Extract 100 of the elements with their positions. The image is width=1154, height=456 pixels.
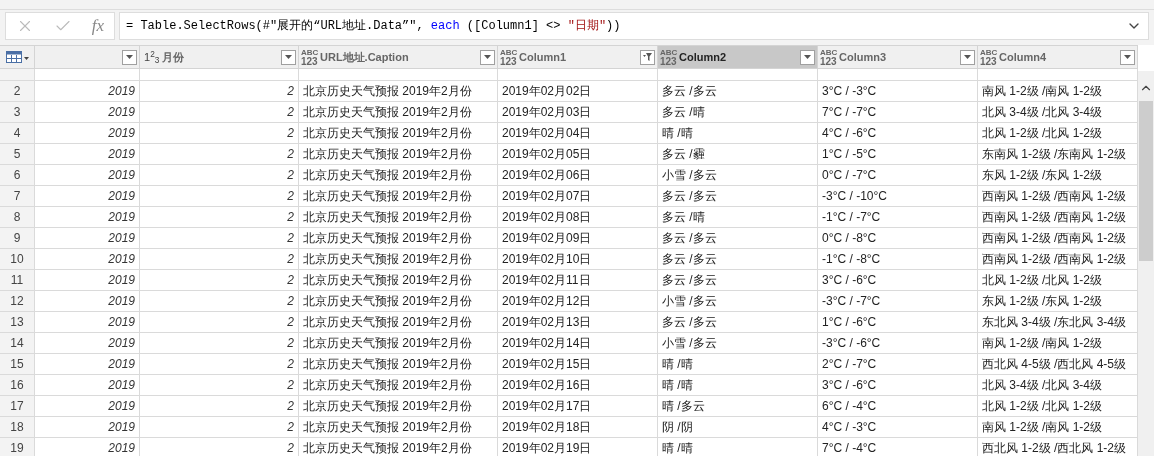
dropdown-button[interactable]: [800, 49, 815, 65]
table-cell: 北京历史天气预报 2019年2月份: [299, 333, 498, 354]
table-cell: -3°C / -6°C: [818, 333, 978, 354]
table-cell: 晴 /晴: [658, 123, 818, 144]
table-cell: 0°C / -7°C: [818, 165, 978, 186]
table-cell: 2: [140, 291, 299, 312]
table-cell: 多云 /多云: [658, 186, 818, 207]
table-cell: 多云 /多云: [658, 270, 818, 291]
table-cell: 晴 /晴: [658, 375, 818, 396]
table-cell: 2019年02月19日: [498, 438, 658, 456]
table-cell: 7°C / -4°C: [818, 438, 978, 456]
table-cell: 2019年02月12日: [498, 291, 658, 312]
table-cell: 3°C / -6°C: [818, 270, 978, 291]
table-cell: 北京历史天气预报 2019年2月份: [299, 312, 498, 333]
table-cell: 北京历史天气预报 2019年2月份: [299, 165, 498, 186]
table-cell: -3°C / -7°C: [818, 291, 978, 312]
table-cell: 2019: [35, 270, 140, 291]
column-header[interactable]: 1$^{2}$$_{3}$ 月份: [140, 46, 299, 68]
filter-button[interactable]: [640, 49, 655, 65]
table-cell: 2019年02月02日: [498, 81, 658, 102]
table-cell: 小雪 /多云: [658, 165, 818, 186]
table-cell: 2: [140, 396, 299, 417]
table-cell: 2019: [35, 312, 140, 333]
column-name: 月份: [162, 49, 186, 65]
table-cell: 4°C / -6°C: [818, 123, 978, 144]
table-cell: 北京历史天气预报 2019年2月份: [299, 186, 498, 207]
scroll-thumb[interactable]: [1139, 101, 1153, 261]
row-number: 8: [0, 207, 35, 228]
table-cell: 2: [140, 102, 299, 123]
row-number: 15: [0, 354, 35, 375]
table-cell: 多云 /晴: [658, 207, 818, 228]
table-cell: 2019年02月05日: [498, 144, 658, 165]
table-cell: 2019年02月09日: [498, 228, 658, 249]
table-cell: 小雪 /多云: [658, 291, 818, 312]
table-cell: 2: [140, 228, 299, 249]
table-cell: 北京历史天气预报 2019年2月份: [299, 291, 498, 312]
row-number: 6: [0, 165, 35, 186]
table-cell: 2019: [35, 102, 140, 123]
table-cell: 晴 /晴: [658, 354, 818, 375]
table-cell: 北京历史天气预报 2019年2月份: [299, 144, 498, 165]
dropdown-button[interactable]: [1120, 49, 1135, 65]
insert-function-button[interactable]: fx: [91, 13, 105, 39]
row-number: 4: [0, 123, 35, 144]
table-cell: 多云 /霾: [658, 144, 818, 165]
caret-icon: [964, 55, 971, 59]
dropdown-button[interactable]: [281, 49, 296, 65]
table-cell: 2: [140, 165, 299, 186]
caret-icon: [1124, 55, 1131, 59]
row-number: 14: [0, 333, 35, 354]
table-cell: 2019年02月07日: [498, 186, 658, 207]
table-menu-icon[interactable]: [6, 51, 30, 63]
table-cell: -1°C / -7°C: [818, 207, 978, 228]
table-cell: 2019: [35, 354, 140, 375]
table-cell: 2019: [35, 333, 140, 354]
table-cell: 2019年02月18日: [498, 417, 658, 438]
table-cell: 2019: [35, 207, 140, 228]
table-cell: 2019: [35, 165, 140, 186]
table-cell: 2019年02月13日: [498, 312, 658, 333]
table-cell: 1°C / -6°C: [818, 312, 978, 333]
table-cell: 2019年02月11日: [498, 270, 658, 291]
table-cell: 2019年02月15日: [498, 354, 658, 375]
table-cell: 2: [140, 333, 299, 354]
row-number: 5: [0, 144, 35, 165]
row-number: 17: [0, 396, 35, 417]
row-number: 12: [0, 291, 35, 312]
caret-icon: [804, 55, 811, 59]
column-name: URL地址.Caption: [320, 49, 410, 65]
dropdown-button[interactable]: [480, 49, 495, 65]
dropdown-button[interactable]: [960, 49, 975, 65]
caret-icon: [126, 55, 133, 59]
table-cell: 2: [140, 270, 299, 291]
table-cell: 北京历史天气预报 2019年2月份: [299, 270, 498, 291]
table-cell: 2019: [35, 144, 140, 165]
dropdown-button[interactable]: [122, 49, 137, 65]
table-cell: 2019: [35, 438, 140, 456]
table-cell: 2: [140, 312, 299, 333]
row-number: 18: [0, 417, 35, 438]
table-cell: 北京历史天气预报 2019年2月份: [299, 102, 498, 123]
table-cell: 2: [140, 123, 299, 144]
table-cell: 2019: [35, 396, 140, 417]
table-cell: 北京历史天气预报 2019年2月份: [299, 438, 498, 456]
table-cell: 2: [140, 438, 299, 456]
table-cell: 北京历史天气预报 2019年2月份: [299, 375, 498, 396]
caret-icon: [285, 55, 292, 59]
column-name: Column3: [839, 49, 888, 65]
caret-icon: [484, 55, 491, 59]
table-cell: 多云 /多云: [658, 312, 818, 333]
table-cell: 2019: [35, 291, 140, 312]
table-cell: 2019年02月08日: [498, 207, 658, 228]
table-cell: -1°C / -8°C: [818, 249, 978, 270]
table-cell: 2: [140, 354, 299, 375]
type-icon: ABC 123: [301, 48, 317, 66]
row-number: 9: [0, 228, 35, 249]
table-cell: 北京历史天气预报 2019年2月份: [299, 228, 498, 249]
scrollbar[interactable]: [1138, 71, 1154, 456]
table-cell: 2019年02月04日: [498, 123, 658, 144]
formula-field[interactable]: = Table.SelectRows(#"展开的“URL地址.Data”", each ([Column1] <> "日期")): [119, 12, 1149, 40]
table-cell: 阴 /阴: [658, 417, 818, 438]
table-cell: 2019: [35, 81, 140, 102]
table-cell: 2019年02月17日: [498, 396, 658, 417]
